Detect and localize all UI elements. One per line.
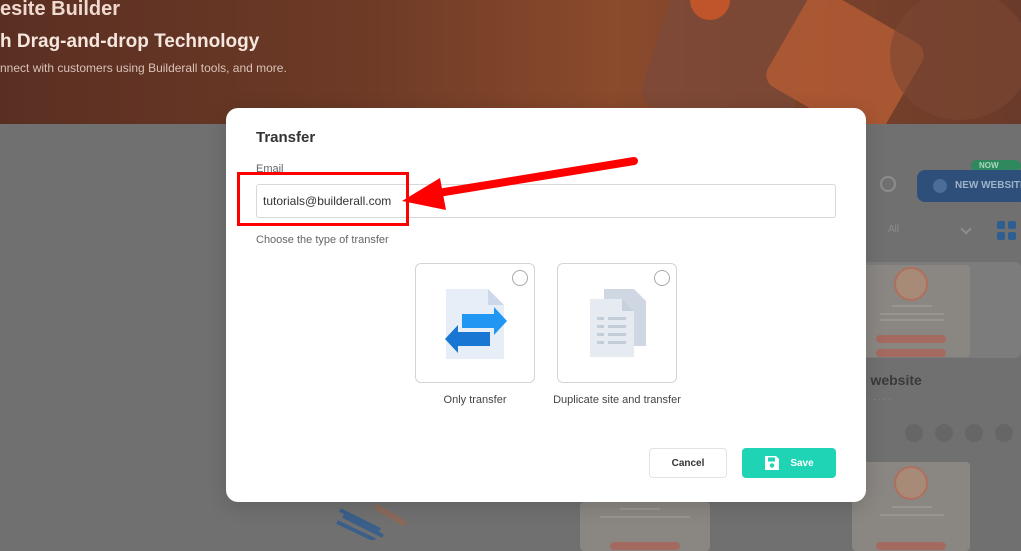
- thumb-text-line: [880, 319, 944, 321]
- avatar: [894, 267, 928, 301]
- website-thumbnail: [580, 502, 710, 551]
- new-website-label: NEW WEBSITE: [955, 180, 1021, 191]
- avatar: [894, 466, 928, 500]
- save-button[interactable]: Save: [742, 448, 836, 478]
- thumb-text-line: [892, 305, 932, 307]
- radio-duplicate-transfer[interactable]: [654, 270, 670, 286]
- thumb-text-line: [880, 514, 944, 516]
- plus-icon: [933, 179, 947, 193]
- hero-subtitle: h Drag-and-drop Technology: [0, 31, 260, 52]
- thumb-text-line: [600, 516, 690, 518]
- option-duplicate-transfer[interactable]: [557, 263, 677, 383]
- grid-view-icon[interactable]: [997, 221, 1017, 241]
- more-icon[interactable]: [995, 424, 1013, 442]
- transfer-dialog: Transfer Email Choose the type of transf…: [226, 108, 866, 502]
- highlight-box: [237, 172, 409, 226]
- edit-icon[interactable]: [905, 424, 923, 442]
- new-website-button[interactable]: NEW WEBSITE: [917, 170, 1021, 202]
- save-label: Save: [790, 457, 814, 469]
- thumb-pill: [876, 542, 946, 550]
- option-only-transfer[interactable]: [415, 263, 535, 383]
- floppy-disk-icon: [765, 456, 780, 470]
- dialog-title: Transfer: [256, 129, 316, 146]
- thumb-pill: [610, 542, 680, 550]
- transfer-type-label: Choose the type of transfer: [256, 234, 389, 246]
- website-thumbnail: [852, 265, 970, 357]
- thumb-text-line: [620, 508, 660, 510]
- thumb-pill: [876, 335, 946, 343]
- website-actions: [905, 424, 1013, 442]
- handshake-illustration: [336, 503, 407, 540]
- thumb-pill: [876, 349, 946, 357]
- hero-title: esite Builder: [0, 0, 121, 20]
- copy-icon[interactable]: [935, 424, 953, 442]
- radio-only-transfer[interactable]: [512, 270, 528, 286]
- cancel-button[interactable]: Cancel: [649, 448, 727, 478]
- thumb-text-line: [880, 313, 944, 315]
- website-title: h website: [858, 372, 922, 388]
- option-label: Only transfer: [443, 394, 507, 406]
- hero-banner: esite Builder h Drag-and-drop Technology…: [0, 0, 1021, 124]
- website-thumbnail: [852, 462, 970, 551]
- option-label: Duplicate site and transfer: [553, 394, 681, 406]
- hero-description: nnect with customers using Builderall to…: [0, 61, 287, 75]
- globe-icon[interactable]: [965, 424, 983, 442]
- thumb-text-line: [892, 506, 932, 508]
- filter-select[interactable]: All: [888, 224, 899, 235]
- search-icon[interactable]: [880, 176, 896, 192]
- hero-decoration: [890, 0, 1021, 120]
